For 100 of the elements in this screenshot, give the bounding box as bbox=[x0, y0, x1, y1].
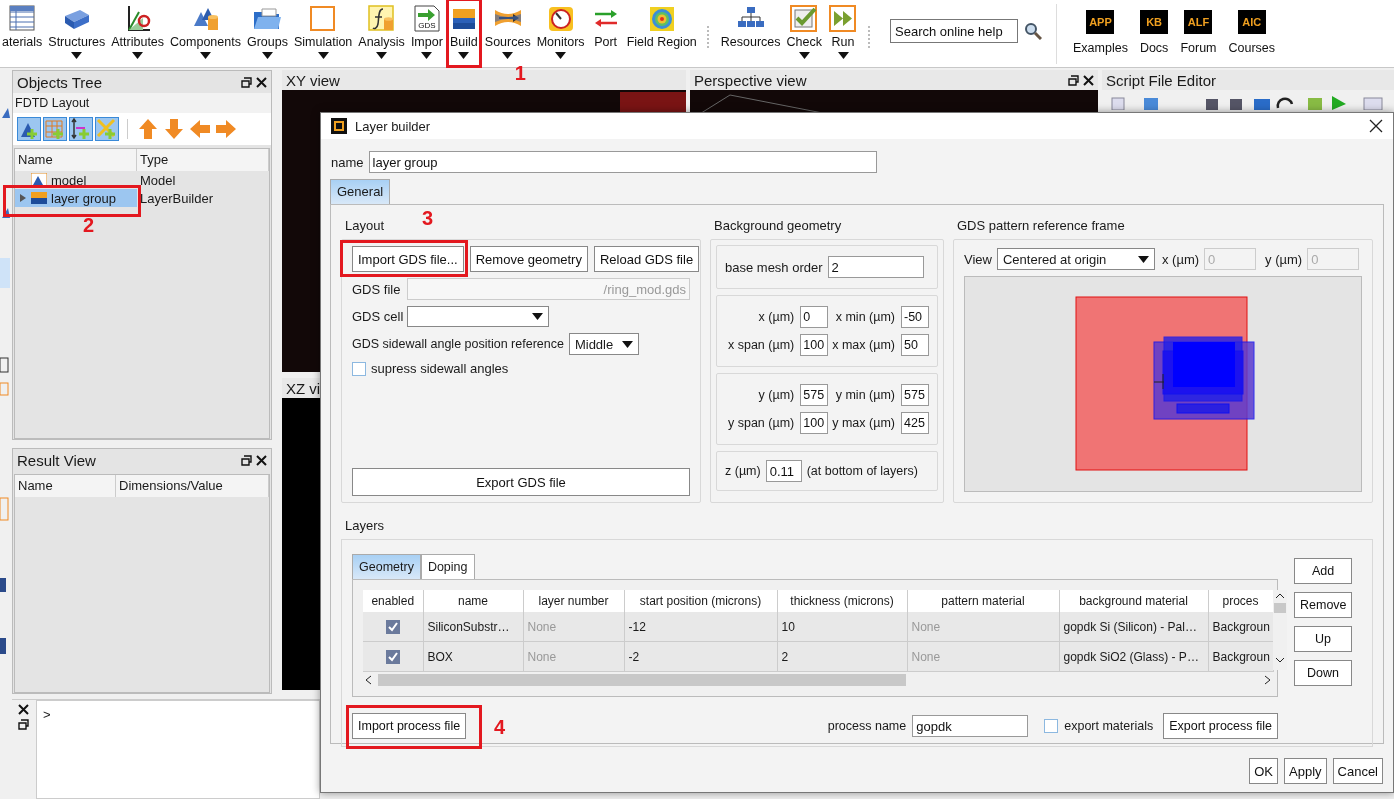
caret-icon bbox=[621, 340, 633, 348]
number-field[interactable]: 100 bbox=[800, 334, 829, 356]
toolbar-button[interactable]: Simulation bbox=[291, 0, 355, 67]
button[interactable]: Cancel bbox=[1332, 758, 1383, 784]
toolbar-button[interactable]: Field Region bbox=[624, 0, 699, 67]
toolbar-button[interactable]: Groups bbox=[244, 0, 290, 67]
help-link[interactable]: APP Examples bbox=[1069, 4, 1132, 64]
window-logo-icon bbox=[331, 118, 347, 134]
tree-item[interactable]: layer group bbox=[15, 189, 137, 207]
column-header: proces bbox=[1208, 590, 1273, 612]
number-field[interactable]: 575 bbox=[800, 384, 829, 406]
button[interactable]: Down bbox=[1294, 660, 1352, 686]
number-field[interactable]: 0 bbox=[800, 306, 829, 328]
button[interactable]: Apply bbox=[1284, 758, 1327, 784]
add-axis-icon bbox=[69, 117, 93, 141]
number-field[interactable]: 0.11 bbox=[765, 460, 802, 482]
checkbox[interactable] bbox=[385, 619, 400, 634]
button[interactable]: Export GDS file bbox=[352, 468, 690, 496]
toolbar-button[interactable]: Resources bbox=[718, 0, 783, 67]
toolbar-button[interactable]: aterials bbox=[0, 0, 45, 67]
table-cell: None bbox=[523, 641, 624, 672]
search-field[interactable]: Search online help bbox=[890, 19, 1018, 43]
fast-forward-icon bbox=[828, 4, 858, 32]
field-label: process name bbox=[827, 719, 907, 733]
table-icon bbox=[7, 4, 38, 32]
column-header: Dimensions/Value bbox=[116, 475, 269, 497]
button[interactable]: OK bbox=[1249, 758, 1278, 784]
caret-icon bbox=[532, 313, 543, 320]
name-field[interactable]: layer group bbox=[368, 151, 877, 173]
column-header: enabled bbox=[363, 590, 423, 612]
toolbar-button[interactable]: Analysis bbox=[356, 0, 407, 67]
panel-title: Perspective view bbox=[694, 71, 807, 89]
number-field[interactable]: -50 bbox=[901, 306, 929, 328]
help-link[interactable]: ALF Forum bbox=[1176, 4, 1221, 64]
column-header: Type bbox=[137, 149, 269, 171]
number-field[interactable]: 2 bbox=[827, 256, 924, 278]
dropdown[interactable]: Middle bbox=[568, 333, 639, 355]
field-label: View bbox=[964, 251, 992, 267]
add-grid-icon bbox=[43, 117, 67, 141]
logo-icon: AIC bbox=[1237, 10, 1266, 34]
toolbar-button[interactable]: Port bbox=[588, 0, 623, 67]
dialog-title: Layer builder bbox=[355, 118, 431, 134]
tree-item[interactable]: model bbox=[15, 171, 137, 189]
checkbox[interactable] bbox=[385, 649, 400, 664]
table-cell: 2 bbox=[777, 641, 907, 672]
dropdown[interactable] bbox=[407, 306, 549, 327]
callout-box bbox=[445, 0, 482, 68]
field-label: y span (µm) bbox=[728, 416, 795, 430]
table-cell: None bbox=[907, 612, 1059, 642]
dropdown[interactable]: Centered at origin bbox=[996, 248, 1155, 270]
button[interactable]: Reload GDS file bbox=[593, 246, 700, 272]
number-field[interactable]: 100 bbox=[800, 412, 829, 434]
column-header: layer number bbox=[523, 590, 624, 612]
tab[interactable]: Geometry bbox=[352, 554, 421, 579]
field-label: y (µm) bbox=[1265, 251, 1303, 267]
tree-item-type: Model bbox=[139, 172, 176, 188]
field-label: y max (µm) bbox=[832, 416, 895, 430]
toolbar-button[interactable]: Structures bbox=[46, 0, 108, 67]
close-icon bbox=[1083, 74, 1094, 86]
layers-icon bbox=[31, 192, 47, 204]
field-label: z (µm) bbox=[725, 464, 761, 478]
toolbar-button[interactable]: Run bbox=[826, 0, 860, 67]
tab[interactable]: Doping bbox=[420, 554, 475, 579]
field-label: GDS cell bbox=[352, 309, 402, 324]
import-icon: GDS bbox=[411, 4, 442, 32]
button[interactable]: Remove bbox=[1294, 592, 1352, 618]
field-label: x min (µm) bbox=[835, 310, 895, 324]
field-label: GDS sidewall angle position reference bbox=[352, 337, 564, 351]
column-header: pattern material bbox=[907, 590, 1059, 612]
number-field[interactable]: 50 bbox=[901, 334, 929, 356]
toolbar-button[interactable]: GDS Impor bbox=[408, 0, 445, 67]
add-cross-icon bbox=[95, 117, 119, 141]
number-field[interactable]: 575 bbox=[901, 384, 929, 406]
tab[interactable]: General bbox=[330, 179, 391, 204]
toolbar-button[interactable]: Monitors bbox=[534, 0, 587, 67]
toolbar-button[interactable]: Components bbox=[168, 0, 243, 67]
text-field[interactable]: gopdk bbox=[912, 715, 1029, 737]
collapsed-arrow-icon bbox=[19, 194, 27, 202]
help-link[interactable]: KB Docs bbox=[1135, 4, 1173, 64]
button[interactable]: Up bbox=[1294, 626, 1352, 652]
button[interactable]: Import process file bbox=[352, 713, 467, 739]
logo-icon: APP bbox=[1086, 10, 1115, 34]
console-field[interactable]: > bbox=[36, 700, 320, 799]
table-cell: Backgroun bbox=[1208, 612, 1273, 642]
button[interactable]: Export process file bbox=[1163, 713, 1278, 739]
field-label: x (µm) bbox=[758, 310, 795, 324]
field-label: y (µm) bbox=[758, 388, 795, 402]
checkbox[interactable] bbox=[352, 361, 366, 376]
toolbar-button[interactable]: Attributes bbox=[109, 0, 167, 67]
button[interactable]: Import GDS file... bbox=[352, 246, 464, 272]
button[interactable]: Add bbox=[1294, 558, 1352, 584]
checkbox[interactable] bbox=[1044, 719, 1059, 733]
number-field[interactable]: 425 bbox=[901, 412, 929, 434]
restore-icon bbox=[18, 719, 29, 731]
button[interactable]: Remove geometry bbox=[469, 246, 588, 272]
help-link[interactable]: AIC Courses bbox=[1224, 4, 1280, 64]
toolbar-button[interactable]: Check bbox=[784, 0, 824, 67]
toolbar-button[interactable]: Build bbox=[446, 0, 481, 67]
table-cell: None bbox=[523, 612, 624, 642]
field-label: name bbox=[331, 154, 364, 170]
